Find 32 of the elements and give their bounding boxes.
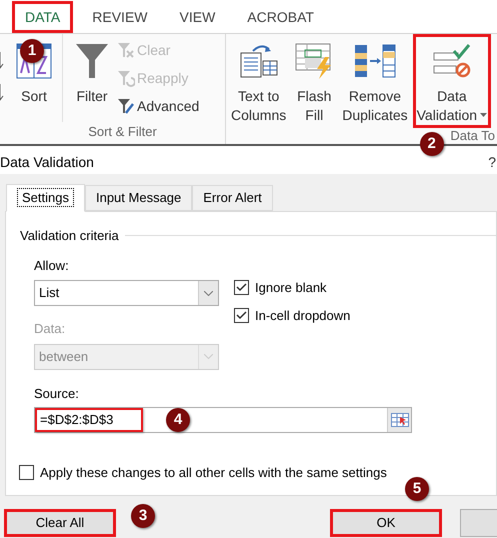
- source-value: =$D$2:$D$3: [35, 408, 143, 432]
- dialog-tab[interactable]: Error Alert: [192, 185, 273, 211]
- ribbon-small-button[interactable]: Advanced: [117, 94, 200, 118]
- ribbon-tab[interactable]: DATA: [12, 1, 74, 33]
- ribbon-tab[interactable]: REVIEW: [79, 1, 160, 33]
- section-heading: Validation criteria: [20, 227, 119, 245]
- group-label: Data To: [450, 128, 495, 144]
- source-field[interactable]: =$D$2:$D$3 4: [34, 407, 412, 433]
- dialog-tab[interactable]: Settings: [6, 184, 85, 212]
- ribbon-tab[interactable]: ACROBAT: [234, 1, 327, 33]
- dialog-button[interactable]: Clear All: [4, 509, 116, 537]
- checkbox-label: In-cell dropdown: [255, 307, 350, 325]
- ribbon-button[interactable]: Text to Columns: [227, 34, 290, 128]
- checkbox-label: Apply these changes to all other cells with the same settings: [40, 464, 387, 482]
- ribbon-button[interactable]: Data Validation: [412, 34, 492, 128]
- dialog-tab[interactable]: Input Message: [84, 185, 192, 211]
- group-label: Sort & Filter: [87, 123, 157, 141]
- field-label: Source:: [34, 384, 80, 402]
- step-badge: 2: [420, 132, 444, 156]
- step-badge: 3: [131, 504, 155, 528]
- step-badge: 4: [166, 408, 190, 432]
- ribbon-button[interactable]: Flash Fill: [291, 34, 338, 128]
- dialog-button[interactable]: OK: [330, 509, 442, 537]
- ribbon-button[interactable]: Filter: [71, 34, 113, 122]
- ribbon-button[interactable]: Remove Duplicates: [338, 34, 412, 128]
- field-label: Data:: [34, 320, 66, 338]
- help-button[interactable]: ?: [488, 152, 497, 172]
- checkbox-label: Ignore blank: [255, 278, 327, 297]
- dropdown[interactable]: List: [34, 280, 219, 306]
- dialog-title: Data Validation: [0, 152, 94, 172]
- field-label: Allow:: [34, 256, 70, 274]
- ribbon-tab[interactable]: VIEW: [166, 1, 228, 33]
